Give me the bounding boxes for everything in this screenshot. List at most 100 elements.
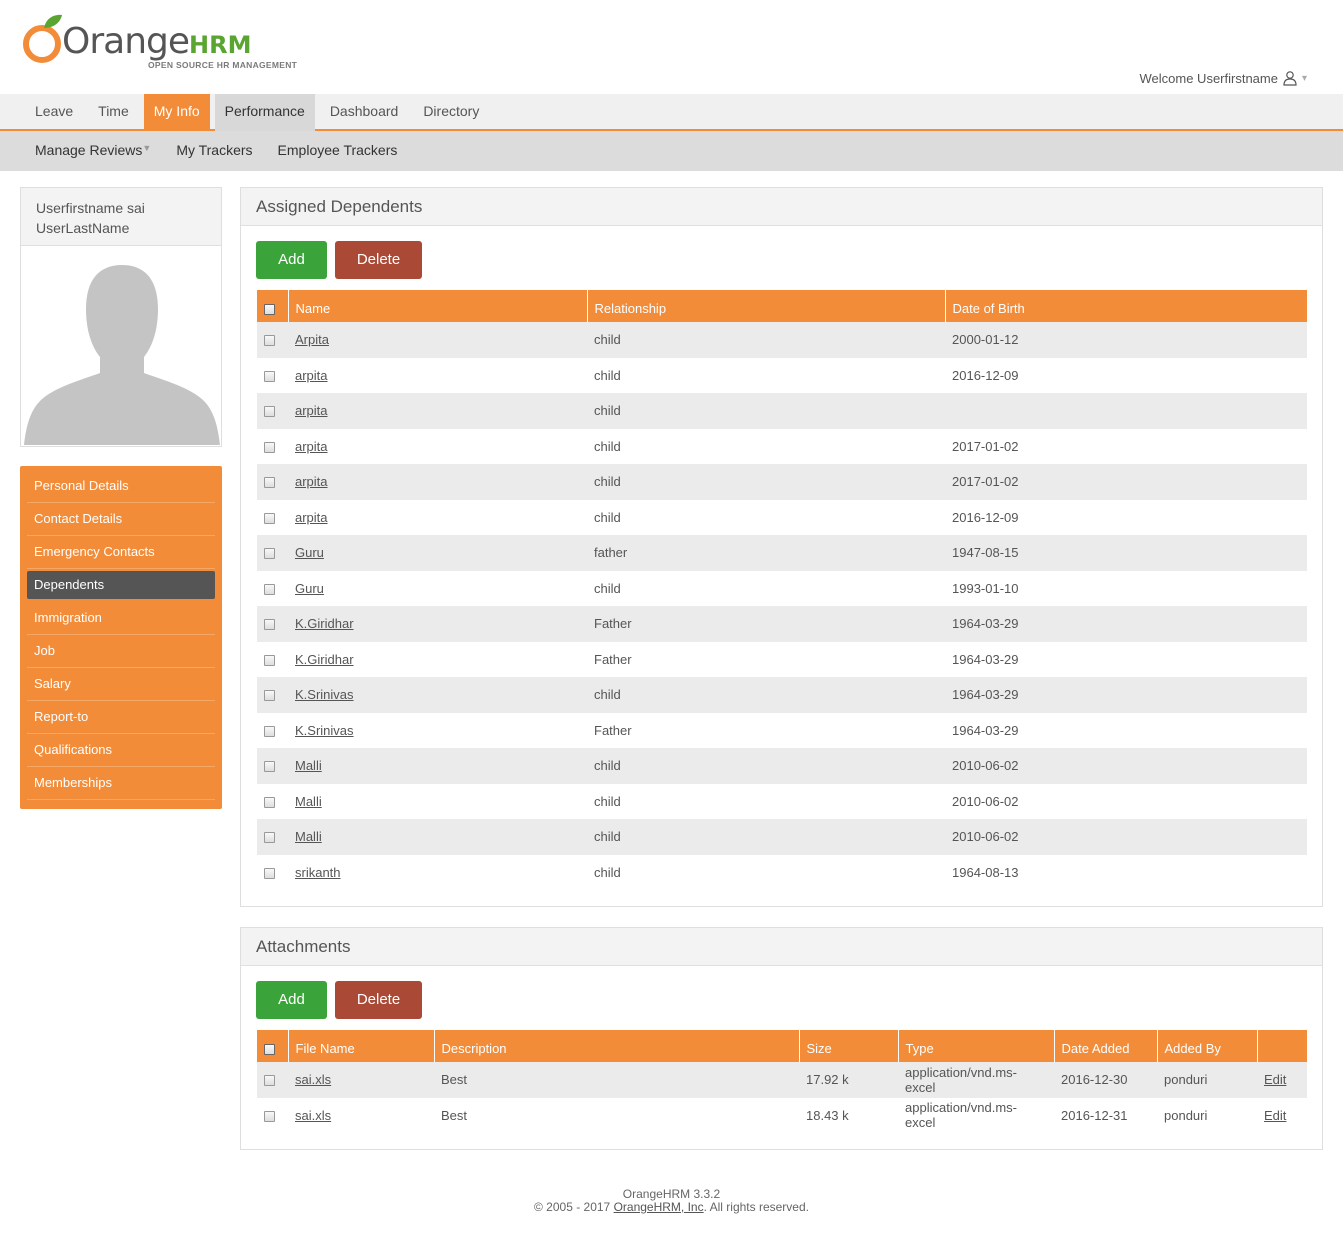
row-checkbox[interactable] (264, 441, 275, 453)
dependent-relationship: child (587, 393, 945, 429)
menu-leave[interactable]: Leave (25, 94, 83, 129)
add-dependent-button[interactable]: Add (256, 241, 327, 279)
sidenav-immigration[interactable]: Immigration (27, 602, 215, 635)
dependent-name-link[interactable]: arpita (295, 439, 328, 454)
attachment-description: Best (434, 1097, 799, 1133)
submenu-manage-reviews[interactable]: Manage Reviews▼ (35, 131, 151, 169)
column-relationship[interactable]: Relationship (587, 290, 946, 322)
add-attachment-button[interactable]: Add (256, 981, 327, 1019)
column-date-of-birth[interactable]: Date of Birth (945, 290, 1307, 322)
dependents-panel: Assigned Dependents Add Delete Name Rela… (240, 187, 1323, 907)
edit-attachment-link[interactable]: Edit (1264, 1072, 1286, 1087)
row-checkbox[interactable] (264, 406, 275, 418)
attachment-action-cell: Edit (1257, 1097, 1307, 1133)
sidenav-contact-details[interactable]: Contact Details (27, 503, 215, 536)
footer-copyright: © 2005 - 2017 OrangeHRM, Inc. All rights… (534, 1200, 809, 1214)
row-checkbox[interactable] (264, 796, 275, 808)
dependents-title: Assigned Dependents (241, 188, 1322, 226)
menu-my-info[interactable]: My Info (143, 94, 210, 129)
row-checkbox[interactable] (264, 583, 275, 595)
row-checkbox[interactable] (264, 335, 275, 347)
welcome-menu[interactable]: Welcome Userfirstname ▾ (1140, 70, 1307, 86)
attachments-table: File Name Description Size Type Date Add… (257, 1030, 1307, 1133)
row-checkbox[interactable] (264, 867, 275, 879)
menu-dashboard[interactable]: Dashboard (320, 94, 409, 129)
select-all-cell (257, 1030, 289, 1062)
row-checkbox[interactable] (264, 370, 275, 382)
sub-menu: Manage Reviews▼ My Trackers Employee Tra… (0, 131, 1343, 171)
dependent-row: arpita child 2017-01-02 (257, 428, 1307, 464)
row-checkbox[interactable] (264, 548, 275, 560)
delete-dependent-button[interactable]: Delete (335, 241, 422, 279)
row-checkbox[interactable] (264, 619, 275, 631)
row-select-cell (257, 499, 288, 535)
menu-directory[interactable]: Directory (413, 94, 489, 129)
dependent-name-link[interactable]: K.Srinivas (295, 723, 354, 738)
row-checkbox[interactable] (264, 1075, 275, 1087)
row-checkbox[interactable] (264, 477, 275, 489)
header: OrangeHRM OPEN SOURCE HR MANAGEMENT Welc… (0, 0, 1343, 95)
dependent-dob: 2016-12-09 (945, 499, 1307, 535)
dependent-name-link[interactable]: K.Giridhar (295, 652, 354, 667)
select-all-checkbox[interactable] (264, 304, 275, 316)
dependent-name-link[interactable]: K.Srinivas (295, 687, 354, 702)
menu-time[interactable]: Time (88, 94, 139, 129)
column-file-name[interactable]: File Name (288, 1030, 435, 1062)
dependent-name-cell: K.Giridhar (288, 641, 587, 677)
submenu-my-trackers[interactable]: My Trackers (176, 131, 252, 169)
row-checkbox[interactable] (264, 725, 275, 737)
column-name[interactable]: Name (288, 290, 588, 322)
logo[interactable]: OrangeHRM OPEN SOURCE HR MANAGEMENT (22, 10, 312, 72)
file-name-link[interactable]: sai.xls (295, 1108, 331, 1123)
column-type[interactable]: Type (898, 1030, 1055, 1062)
sidenav-dependents[interactable]: Dependents (27, 571, 215, 599)
dependent-name-link[interactable]: Malli (295, 794, 322, 809)
footer-company-link[interactable]: OrangeHRM, Inc (614, 1200, 704, 1214)
dependent-name-link[interactable]: K.Giridhar (295, 616, 354, 631)
select-all-attachments-checkbox[interactable] (264, 1044, 275, 1056)
attachments-title: Attachments (241, 928, 1322, 966)
sidenav-memberships[interactable]: Memberships (27, 767, 215, 800)
attachment-action-cell: Edit (1257, 1062, 1307, 1098)
menu-performance[interactable]: Performance (214, 94, 315, 131)
dependent-name-link[interactable]: Arpita (295, 332, 329, 347)
row-checkbox[interactable] (264, 690, 275, 702)
dependent-relationship: Father (587, 641, 945, 677)
dependents-header-row: Name Relationship Date of Birth (257, 290, 1307, 322)
logo-wordmark: OrangeHRM (62, 21, 252, 62)
sidenav-qualifications[interactable]: Qualifications (27, 734, 215, 767)
row-checkbox[interactable] (264, 1110, 275, 1122)
dependent-name-link[interactable]: Malli (295, 829, 322, 844)
dependent-name-link[interactable]: arpita (295, 474, 328, 489)
column-added-by[interactable]: Added By (1157, 1030, 1258, 1062)
file-name-link[interactable]: sai.xls (295, 1072, 331, 1087)
column-size[interactable]: Size (799, 1030, 899, 1062)
row-checkbox[interactable] (264, 832, 275, 844)
dependent-dob: 1993-01-10 (945, 570, 1307, 606)
edit-attachment-link[interactable]: Edit (1264, 1108, 1286, 1123)
row-checkbox[interactable] (264, 512, 275, 524)
dependent-name-link[interactable]: arpita (295, 510, 328, 525)
sidenav-report-to[interactable]: Report-to (27, 701, 215, 734)
dependent-name-link[interactable]: Guru (295, 545, 324, 560)
column-date-added[interactable]: Date Added (1054, 1030, 1158, 1062)
sidenav-job[interactable]: Job (27, 635, 215, 668)
sidenav-emergency-contacts[interactable]: Emergency Contacts (27, 536, 215, 569)
dependent-name-link[interactable]: Guru (295, 581, 324, 596)
dependent-dob: 1947-08-15 (945, 535, 1307, 571)
submenu-employee-trackers[interactable]: Employee Trackers (278, 131, 398, 169)
row-checkbox[interactable] (264, 761, 275, 773)
column-description[interactable]: Description (434, 1030, 800, 1062)
profile-photo-placeholder[interactable] (24, 251, 220, 445)
dependent-name-cell: K.Srinivas (288, 677, 587, 713)
row-checkbox[interactable] (264, 654, 275, 666)
sidenav-personal-details[interactable]: Personal Details (27, 470, 215, 503)
delete-attachment-button[interactable]: Delete (335, 981, 422, 1019)
dependent-name-link[interactable]: srikanth (295, 865, 341, 880)
dependent-name-link[interactable]: arpita (295, 403, 328, 418)
row-select-cell (257, 854, 288, 890)
dependent-name-link[interactable]: Malli (295, 758, 322, 773)
attachment-type: application/vnd.ms-excel (898, 1097, 1054, 1133)
dependent-name-link[interactable]: arpita (295, 368, 328, 383)
sidenav-salary[interactable]: Salary (27, 668, 215, 701)
